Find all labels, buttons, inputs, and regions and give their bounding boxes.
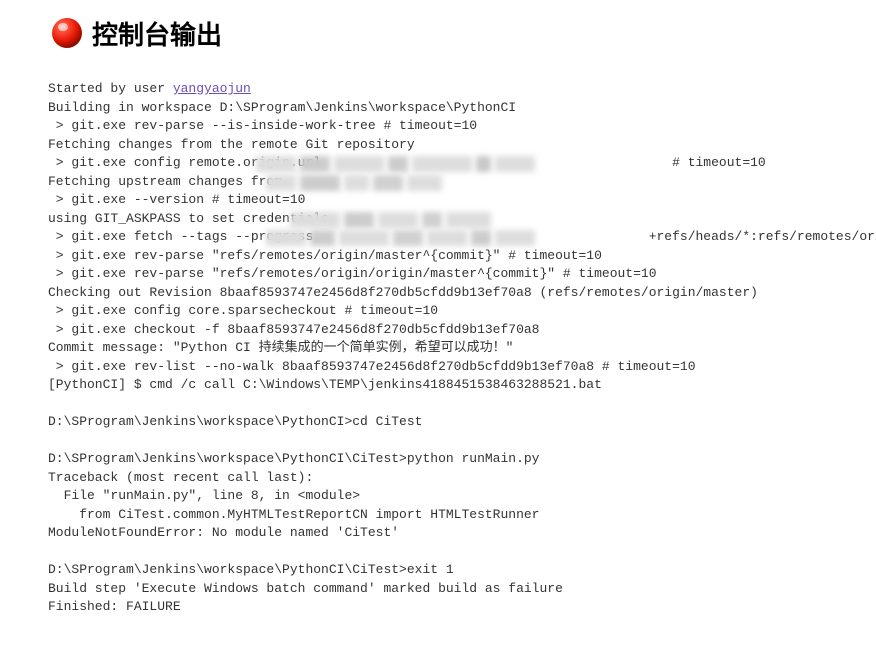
console-line: Finished: FAILURE	[48, 599, 181, 614]
console-line: ModuleNotFoundError: No module named 'Ci…	[48, 525, 399, 540]
console-output: Started by user yangyaojun Building in w…	[48, 80, 876, 617]
console-line: from CiTest.common.MyHTMLTestReportCN im…	[48, 507, 539, 522]
console-line: > git.exe fetch --tags --progress +refs/…	[48, 229, 876, 244]
console-line: > git.exe --version # timeout=10	[48, 192, 305, 207]
page-title: 控制台输出	[92, 15, 222, 52]
console-line: D:\SProgram\Jenkins\workspace\PythonCI\C…	[48, 562, 454, 577]
console-line: > git.exe config remote.origin.url # tim…	[48, 155, 766, 170]
console-line: File "runMain.py", line 8, in <module>	[48, 488, 360, 503]
console-line: Checking out Revision 8baaf8593747e2456d…	[48, 285, 758, 300]
redacted-icon	[290, 212, 532, 228]
console-line: [PythonCI] $ cmd /c call C:\Windows\TEMP…	[48, 377, 602, 392]
console-line: Fetching changes from the remote Git rep…	[48, 137, 415, 152]
redacted-icon	[266, 230, 588, 246]
console-line: > git.exe rev-parse --is-inside-work-tre…	[48, 118, 477, 133]
console-line: > git.exe rev-parse "refs/remotes/origin…	[48, 248, 602, 263]
console-line: > git.exe rev-list --no-walk 8baaf859374…	[48, 359, 696, 374]
console-line: Started by user yangyaojun	[48, 81, 251, 96]
user-link[interactable]: yangyaojun	[173, 81, 251, 96]
console-line: using GIT_ASKPASS to set credentials	[48, 211, 337, 226]
console-header: 控制台输出	[48, 14, 876, 52]
console-line: > git.exe config core.sparsecheckout # t…	[48, 303, 438, 318]
status-red-ball-icon	[48, 14, 86, 52]
console-line: > git.exe rev-parse "refs/remotes/origin…	[48, 266, 657, 281]
console-line: D:\SProgram\Jenkins\workspace\PythonCI\C…	[48, 451, 539, 466]
console-line: > git.exe checkout -f 8baaf8593747e2456d…	[48, 322, 539, 337]
redacted-icon	[256, 156, 604, 172]
console-line: Build step 'Execute Windows batch comman…	[48, 581, 563, 596]
console-line: Traceback (most recent call last):	[48, 470, 313, 485]
console-line: Commit message: "Python CI 持续集成的一个简单实例，希…	[48, 340, 513, 355]
redacted-icon	[266, 175, 486, 191]
console-line: Building in workspace D:\SProgram\Jenkin…	[48, 100, 516, 115]
console-line: D:\SProgram\Jenkins\workspace\PythonCI>c…	[48, 414, 422, 429]
console-line: Fetching upstream changes from	[48, 174, 290, 189]
